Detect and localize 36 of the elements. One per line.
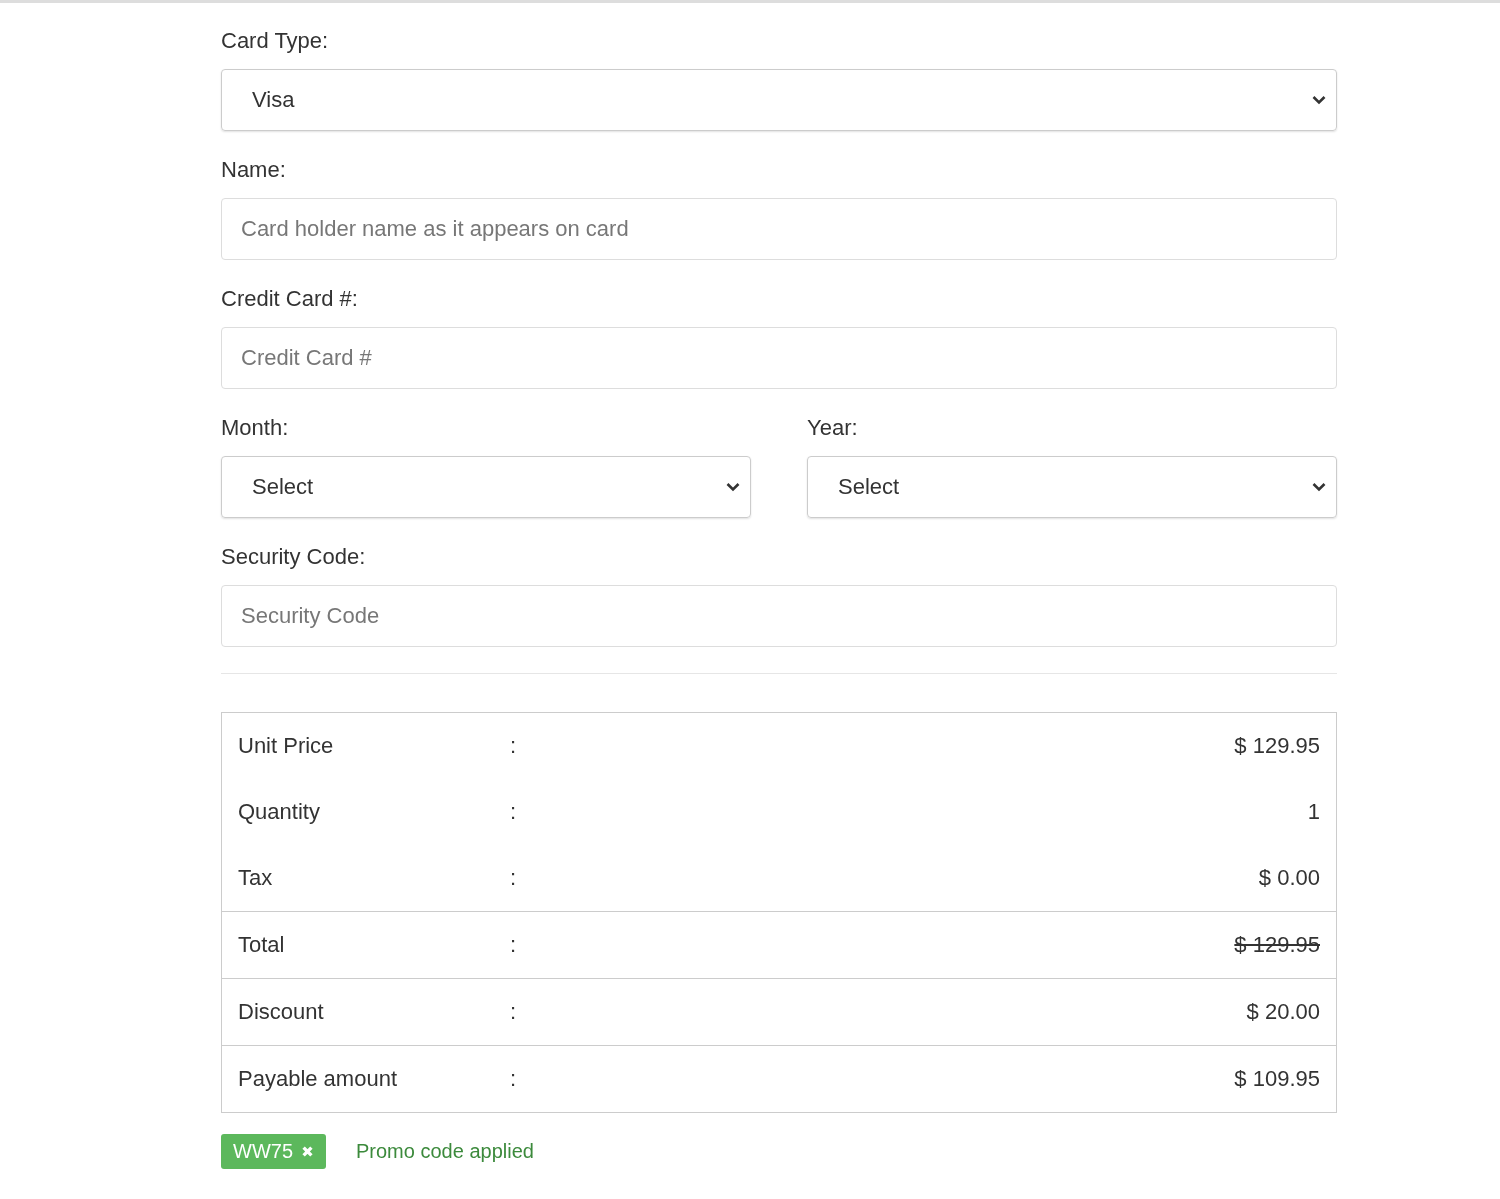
summary-separator: : bbox=[510, 733, 518, 759]
select-dropdown[interactable]: Select bbox=[221, 456, 751, 518]
input-field[interactable]: Card holder name as it appears on card bbox=[221, 198, 1337, 260]
select-dropdown[interactable]: Visa bbox=[221, 69, 1337, 131]
summary-value: $ 129.95 bbox=[1234, 733, 1320, 759]
field-label: Month: bbox=[221, 415, 290, 441]
summary-value: $ 0.00 bbox=[1258, 865, 1320, 891]
summary-separator: : bbox=[510, 932, 518, 958]
input-field[interactable]: Credit Card # bbox=[221, 327, 1337, 389]
promo-code-tag: WW75 bbox=[221, 1134, 326, 1169]
chevron-down-icon bbox=[726, 482, 740, 492]
summary-value: $ 129.95 bbox=[1234, 932, 1320, 958]
summary-label: Total bbox=[238, 932, 286, 958]
summary-value: $ 20.00 bbox=[1246, 999, 1320, 1025]
field-label: Name: bbox=[221, 157, 287, 183]
remove-icon[interactable] bbox=[301, 1145, 314, 1158]
promo-status-message: Promo code applied bbox=[356, 1140, 534, 1163]
select-dropdown[interactable]: Select bbox=[807, 456, 1337, 518]
summary-label: Tax bbox=[238, 865, 274, 891]
field-label: Security Code: bbox=[221, 544, 367, 570]
summary-value: 1 bbox=[1307, 799, 1320, 825]
field-label: Year: bbox=[807, 415, 859, 441]
field-label: Credit Card #: bbox=[221, 286, 359, 312]
input-field[interactable]: Security Code bbox=[221, 585, 1337, 647]
summary-label: Unit Price bbox=[238, 733, 335, 759]
chevron-down-icon bbox=[1312, 482, 1326, 492]
field-label: Card Type: bbox=[221, 28, 330, 54]
summary-separator: : bbox=[510, 999, 518, 1025]
summary-value: $ 109.95 bbox=[1234, 1066, 1320, 1092]
summary-label: Quantity bbox=[238, 799, 321, 825]
chevron-down-icon bbox=[1312, 95, 1326, 105]
summary-label: Payable amount bbox=[238, 1066, 398, 1092]
summary-separator: : bbox=[510, 865, 518, 891]
summary-label: Discount bbox=[238, 999, 325, 1025]
summary-separator: : bbox=[510, 1066, 518, 1092]
summary-separator: : bbox=[510, 799, 518, 825]
